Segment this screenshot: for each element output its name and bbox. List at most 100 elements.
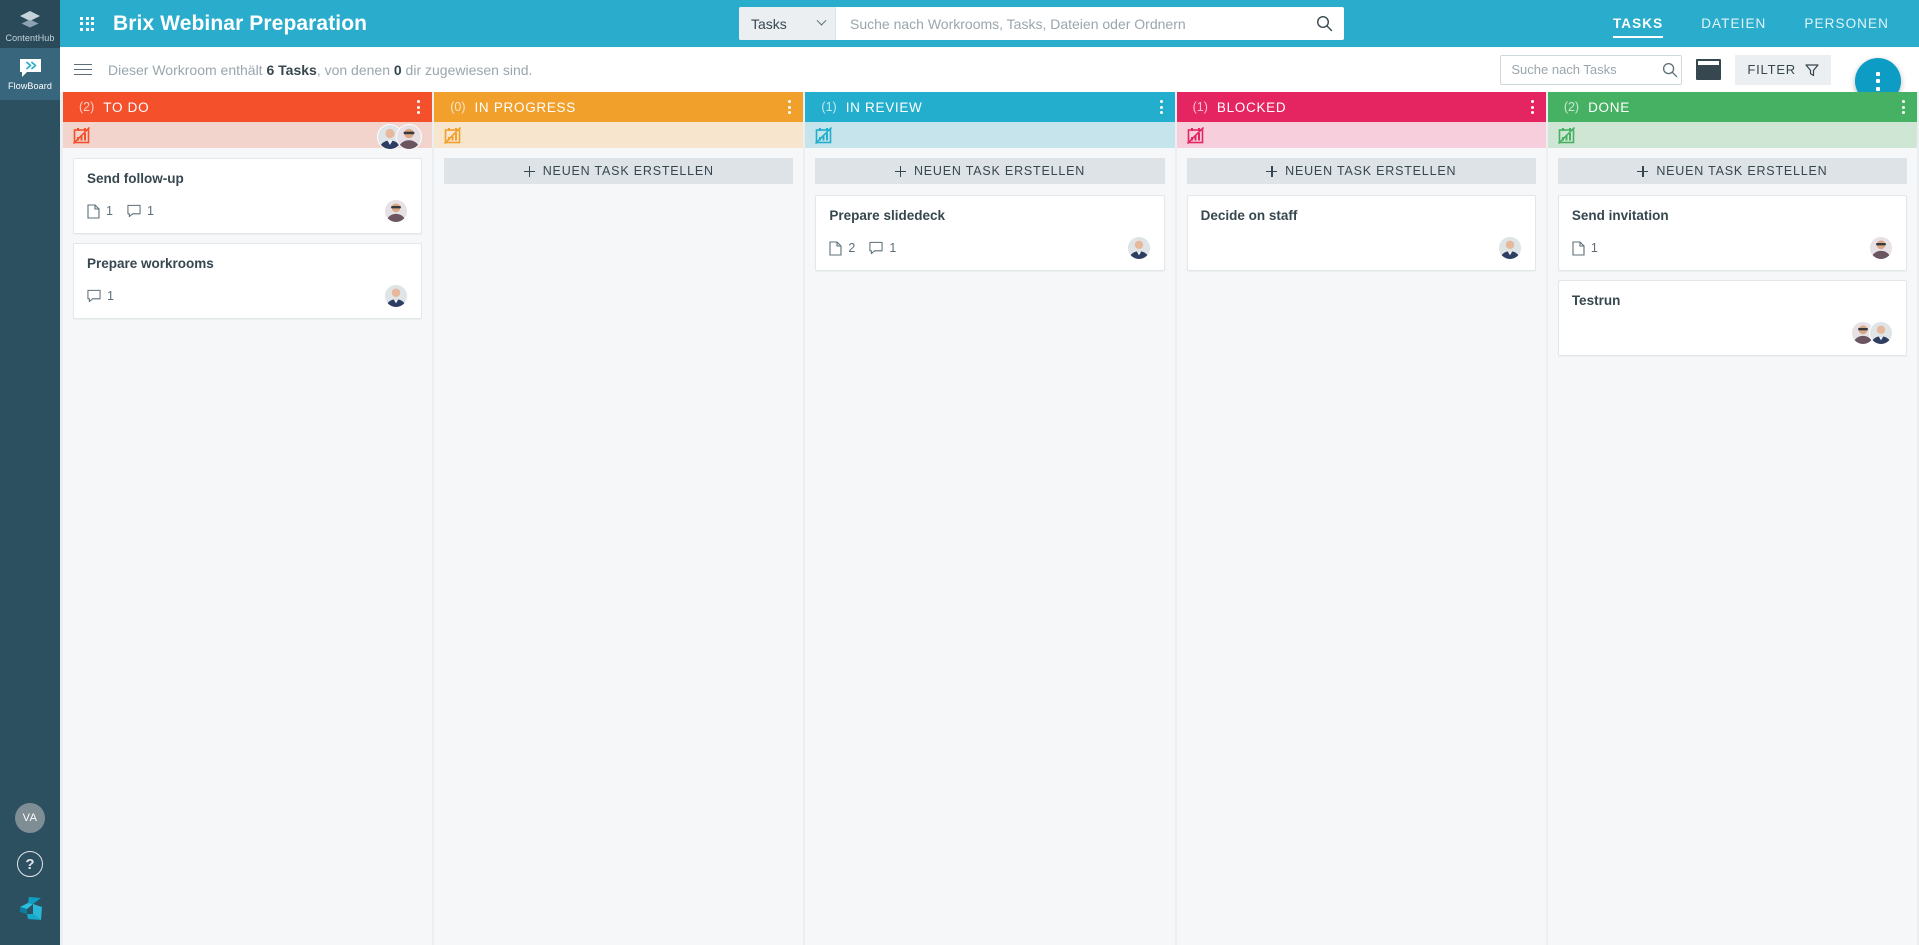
- chart-disabled-icon[interactable]: [444, 126, 462, 144]
- column-body: Send follow-up 1 1 Prepare workrooms 1: [63, 148, 433, 945]
- search-scope-select[interactable]: Tasks: [739, 7, 836, 40]
- comment-count: 1: [869, 241, 896, 255]
- attachment-count: 1: [87, 203, 113, 219]
- column-header: (0) IN PROGRESS: [434, 92, 804, 122]
- attachment-count: 1: [1572, 240, 1598, 256]
- column-menu-icon[interactable]: [1159, 92, 1163, 122]
- avatar[interactable]: [1869, 236, 1894, 260]
- task-card[interactable]: Prepare workrooms 1: [73, 243, 423, 319]
- comment-count: 1: [87, 289, 114, 303]
- user-avatar-initials[interactable]: VA: [15, 803, 45, 833]
- task-meta: [1201, 236, 1522, 260]
- comment-count: 1: [127, 204, 154, 218]
- board-column-done: (2) DONE NEUEN TASK ERSTELLEN Send invit…: [1547, 92, 1918, 945]
- create-task-button[interactable]: NEUEN TASK ERSTELLEN: [815, 158, 1165, 184]
- column-title: DONE: [1588, 99, 1630, 115]
- attachment-count-value: 1: [1590, 241, 1598, 255]
- help-icon[interactable]: ?: [17, 851, 43, 877]
- tab-personen[interactable]: PERSONEN: [1804, 0, 1889, 47]
- global-search-button[interactable]: [1304, 7, 1344, 40]
- task-card[interactable]: Decide on staff: [1186, 195, 1536, 271]
- comment-icon: [87, 289, 101, 303]
- task-search-button[interactable]: [1659, 62, 1681, 78]
- search-icon: [1663, 62, 1678, 77]
- avatar[interactable]: [1869, 321, 1894, 345]
- board-column-blocked: (1) BLOCKED NEUEN TASK ERSTELLEN Decide …: [1176, 92, 1546, 945]
- column-header: (2) TO DO: [63, 92, 433, 122]
- avatar[interactable]: [1126, 236, 1151, 260]
- column-count: (0): [450, 100, 466, 114]
- task-assignees: [1497, 236, 1522, 260]
- task-meta: 2 1: [829, 236, 1151, 260]
- column-menu-icon[interactable]: [1902, 92, 1906, 122]
- task-search-input[interactable]: [1501, 62, 1660, 77]
- rail-item-flowboard[interactable]: FlowBoard: [0, 48, 60, 100]
- chart-disabled-icon[interactable]: [73, 126, 90, 144]
- task-assignees: [384, 199, 409, 223]
- board-view-icon[interactable]: [1696, 59, 1722, 80]
- chart-disabled-icon[interactable]: [1557, 126, 1575, 144]
- task-assignees: [1869, 236, 1894, 260]
- censhare-logo: [20, 897, 42, 920]
- summary-task-count: 6 Tasks: [266, 61, 317, 78]
- create-task-button[interactable]: NEUEN TASK ERSTELLEN: [444, 158, 794, 184]
- rail-item-contenthub[interactable]: ContentHub: [0, 0, 60, 48]
- layers-icon: [20, 10, 40, 27]
- task-assignees: [384, 284, 409, 308]
- nav-tabs: TASKS DATEIEN PERSONEN: [1612, 0, 1889, 47]
- avatar[interactable]: [396, 124, 423, 150]
- column-body: NEUEN TASK ERSTELLEN: [434, 148, 804, 945]
- comment-count-value: 1: [889, 241, 897, 255]
- task-card[interactable]: Send invitation 1: [1557, 195, 1908, 271]
- avatar[interactable]: [384, 284, 409, 308]
- app-grid-icon[interactable]: [80, 16, 94, 31]
- task-card[interactable]: Send follow-up 1 1: [73, 158, 423, 234]
- global-search-input[interactable]: [836, 7, 1304, 40]
- left-rail: ContentHub FlowBoard VA ?: [0, 0, 60, 945]
- column-subheader: [63, 122, 433, 150]
- create-task-button[interactable]: NEUEN TASK ERSTELLEN: [1186, 158, 1536, 184]
- comment-count-value: 1: [146, 204, 154, 218]
- hamburger-icon[interactable]: [74, 63, 92, 76]
- column-menu-icon[interactable]: [788, 92, 792, 122]
- column-menu-icon[interactable]: [417, 92, 421, 122]
- plus-icon: [1637, 165, 1649, 177]
- column-member-avatars: [377, 124, 423, 150]
- task-card[interactable]: Prepare slidedeck 2 1: [815, 195, 1165, 271]
- avatar[interactable]: [384, 199, 409, 223]
- column-body: NEUEN TASK ERSTELLEN Prepare slidedeck 2: [805, 148, 1175, 945]
- create-task-button[interactable]: NEUEN TASK ERSTELLEN: [1557, 158, 1908, 184]
- workroom-summary: Dieser Workroom enthält 6 Tasks, von den…: [108, 62, 532, 78]
- summary-assigned-count: 0: [393, 61, 402, 78]
- summary-suffix: dir zugewiesen sind.: [401, 61, 533, 78]
- attachment-count-value: 1: [106, 204, 113, 218]
- comment-icon: [869, 241, 883, 255]
- column-title: IN PROGRESS: [474, 99, 576, 115]
- column-count: (1): [821, 100, 837, 114]
- column-title: TO DO: [103, 99, 150, 115]
- column-menu-icon[interactable]: [1530, 92, 1534, 122]
- plus-icon: [1266, 165, 1278, 177]
- comment-count-value: 1: [107, 289, 114, 303]
- column-title: IN REVIEW: [845, 99, 923, 115]
- main-area: Brix Webinar Preparation Tasks TASKS DAT…: [60, 0, 1919, 945]
- chart-disabled-icon[interactable]: [1186, 126, 1204, 144]
- summary-prefix: Dieser Workroom enthält: [108, 61, 267, 78]
- task-title: Send follow-up: [87, 171, 184, 186]
- column-count: (2): [1563, 100, 1580, 114]
- tab-dateien[interactable]: DATEIEN: [1701, 0, 1766, 47]
- column-title: BLOCKED: [1216, 99, 1287, 115]
- task-assignees: [1851, 321, 1894, 345]
- task-card[interactable]: Testrun: [1557, 280, 1908, 356]
- rail-bottom: VA ?: [15, 803, 45, 945]
- file-icon: [1572, 240, 1585, 256]
- chart-disabled-icon[interactable]: [815, 126, 833, 144]
- board-column-in-review: (1) IN REVIEW NEUEN TASK ERSTELLEN Prepa…: [805, 92, 1175, 945]
- funnel-icon: [1805, 63, 1819, 76]
- tab-tasks[interactable]: TASKS: [1612, 0, 1664, 47]
- page-title: Brix Webinar Preparation: [113, 11, 368, 35]
- avatar[interactable]: [1497, 236, 1522, 260]
- column-header: (1) IN REVIEW: [805, 92, 1175, 122]
- filter-button[interactable]: FILTER: [1735, 54, 1831, 85]
- attachment-count: 2: [829, 240, 855, 256]
